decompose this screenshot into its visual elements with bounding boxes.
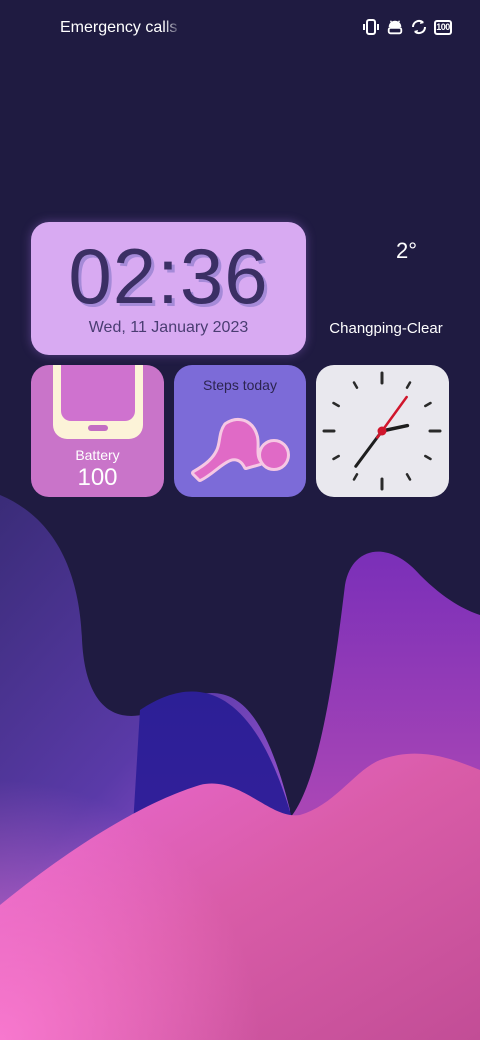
battery-icon: 100 xyxy=(434,17,452,37)
clock-tick xyxy=(352,381,359,389)
weather-temperature[interactable]: 2° xyxy=(396,238,446,264)
weather-location[interactable]: Changping-Clear xyxy=(306,320,466,337)
battery-widget[interactable]: Battery 100 xyxy=(31,365,164,497)
analog-clock-face xyxy=(322,371,442,491)
clock-tick xyxy=(332,454,340,461)
clock-tick xyxy=(405,473,412,481)
clock-center-pin xyxy=(377,426,387,436)
clock-date: Wed, 11 January 2023 xyxy=(88,319,249,336)
status-bar: Emergency calls only 100 xyxy=(0,0,480,56)
battery-label: Battery xyxy=(75,447,120,463)
digital-clock-widget[interactable]: 02:36 Wed, 11 January 2023 xyxy=(31,222,306,355)
vibrate-icon xyxy=(362,17,380,37)
status-text: Emergency calls only xyxy=(60,19,182,36)
runner-icon xyxy=(191,418,290,482)
clock-tick xyxy=(424,401,432,408)
battery-level: 100 xyxy=(434,19,452,35)
clock-tick xyxy=(332,401,340,408)
phone-icon xyxy=(53,365,143,439)
analog-clock-widget[interactable] xyxy=(316,365,449,497)
android-icon xyxy=(386,17,404,37)
steps-label: Steps today xyxy=(203,377,277,393)
clock-tick xyxy=(424,454,432,461)
steps-widget[interactable]: Steps today xyxy=(174,365,306,497)
status-icons: 100 xyxy=(362,17,452,37)
wallpaper xyxy=(0,495,480,1040)
sync-icon xyxy=(410,17,428,37)
battery-value: 100 xyxy=(77,464,118,491)
clock-tick xyxy=(352,473,359,481)
clock-tick xyxy=(405,381,412,389)
clock-time: 02:36 xyxy=(68,232,269,320)
